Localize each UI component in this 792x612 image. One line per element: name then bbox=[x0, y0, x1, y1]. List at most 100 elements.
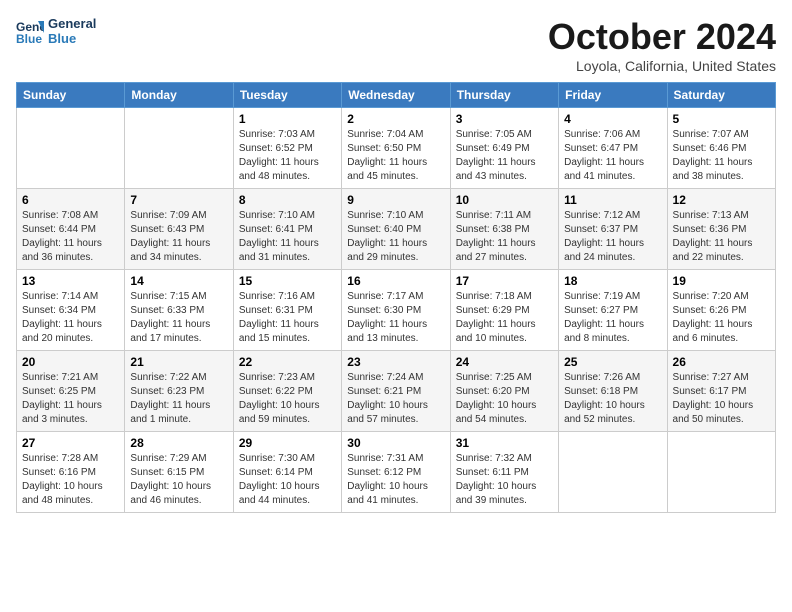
day-info: Sunrise: 7:23 AM Sunset: 6:22 PM Dayligh… bbox=[239, 371, 336, 427]
calendar-cell: 21 Sunrise: 7:22 AM Sunset: 6:23 PM Dayli… bbox=[125, 351, 233, 432]
calendar-cell: 18 Sunrise: 7:19 AM Sunset: 6:27 PM Dayli… bbox=[559, 270, 667, 351]
calendar-week-row: 6Sunrise: 7:08 AM Sunset: 6:44 PM Daylig… bbox=[17, 189, 776, 270]
day-info: Sunrise: 7:24 AM Sunset: 6:21 PM Dayligh… bbox=[347, 371, 444, 427]
day-of-week-header: Sunday bbox=[17, 83, 125, 108]
svg-text:Blue: Blue bbox=[16, 32, 42, 45]
day-info: Sunrise: 7:18 AM Sunset: 6:29 PM Dayligh… bbox=[456, 290, 553, 346]
day-info: Sunrise: 7:15 AM Sunset: 6:33 PM Dayligh… bbox=[130, 290, 227, 346]
day-info: Sunrise: 7:14 AM Sunset: 6:34 PM Dayligh… bbox=[22, 290, 119, 346]
calendar-cell: 13 Sunrise: 7:14 AM Sunset: 6:34 PM Dayli… bbox=[17, 270, 125, 351]
day-number: 19 bbox=[673, 274, 770, 288]
day-number: 18 bbox=[564, 274, 661, 288]
day-info: Sunrise: 7:17 AM Sunset: 6:30 PM Dayligh… bbox=[347, 290, 444, 346]
calendar-week-row: 20Sunrise: 7:21 AM Sunset: 6:25 PM Dayli… bbox=[17, 351, 776, 432]
day-info: Sunrise: 7:25 AM Sunset: 6:20 PM Dayligh… bbox=[456, 371, 553, 427]
day-info: Sunrise: 7:07 AM Sunset: 6:46 PM Dayligh… bbox=[673, 128, 770, 184]
calendar-week-row: 27Sunrise: 7:28 AM Sunset: 6:16 PM Dayli… bbox=[17, 432, 776, 513]
title-block: October 2024 Loyola, California, United … bbox=[548, 16, 776, 74]
logo: General Blue General Blue bbox=[16, 16, 96, 46]
day-number: 31 bbox=[456, 436, 553, 450]
month-title: October 2024 bbox=[548, 16, 776, 58]
day-number: 14 bbox=[130, 274, 227, 288]
calendar-week-row: 1 Sunrise: 7:03 AM Sunset: 6:52 PM Daylig… bbox=[17, 108, 776, 189]
day-number: 10 bbox=[456, 193, 553, 207]
day-number: 3 bbox=[456, 112, 553, 126]
calendar-cell: 10 Sunrise: 7:11 AM Sunset: 6:38 PM Dayli… bbox=[450, 189, 558, 270]
day-info: Sunrise: 7:19 AM Sunset: 6:27 PM Dayligh… bbox=[564, 290, 661, 346]
calendar-cell: 1 Sunrise: 7:03 AM Sunset: 6:52 PM Daylig… bbox=[233, 108, 341, 189]
day-number: 25 bbox=[564, 355, 661, 369]
day-of-week-header: Friday bbox=[559, 83, 667, 108]
day-info: Sunrise: 7:10 AM Sunset: 6:40 PM Dayligh… bbox=[347, 209, 444, 265]
calendar-cell: 26 Sunrise: 7:27 AM Sunset: 6:17 PM Dayli… bbox=[667, 351, 775, 432]
location-subtitle: Loyola, California, United States bbox=[548, 58, 776, 74]
day-info: Sunrise: 7:06 AM Sunset: 6:47 PM Dayligh… bbox=[564, 128, 661, 184]
day-number: 6 bbox=[22, 193, 119, 207]
calendar-cell: 28 Sunrise: 7:29 AM Sunset: 6:15 PM Dayli… bbox=[125, 432, 233, 513]
day-info: Sunrise: 7:12 AM Sunset: 6:37 PM Dayligh… bbox=[564, 209, 661, 265]
calendar-cell: 6Sunrise: 7:08 AM Sunset: 6:44 PM Daylig… bbox=[17, 189, 125, 270]
calendar-header-row: SundayMondayTuesdayWednesdayThursdayFrid… bbox=[17, 83, 776, 108]
day-info: Sunrise: 7:31 AM Sunset: 6:12 PM Dayligh… bbox=[347, 452, 444, 508]
day-number: 4 bbox=[564, 112, 661, 126]
day-number: 9 bbox=[347, 193, 444, 207]
day-number: 15 bbox=[239, 274, 336, 288]
calendar-cell: 5 Sunrise: 7:07 AM Sunset: 6:46 PM Daylig… bbox=[667, 108, 775, 189]
calendar-cell: 16 Sunrise: 7:17 AM Sunset: 6:30 PM Dayli… bbox=[342, 270, 450, 351]
day-number: 21 bbox=[130, 355, 227, 369]
day-info: Sunrise: 7:09 AM Sunset: 6:43 PM Dayligh… bbox=[130, 209, 227, 265]
day-number: 24 bbox=[456, 355, 553, 369]
calendar-cell: 25 Sunrise: 7:26 AM Sunset: 6:18 PM Dayli… bbox=[559, 351, 667, 432]
logo-icon: General Blue bbox=[16, 17, 44, 45]
calendar-cell: 30 Sunrise: 7:31 AM Sunset: 6:12 PM Dayli… bbox=[342, 432, 450, 513]
day-number: 13 bbox=[22, 274, 119, 288]
calendar-cell bbox=[17, 108, 125, 189]
day-info: Sunrise: 7:16 AM Sunset: 6:31 PM Dayligh… bbox=[239, 290, 336, 346]
calendar-table: SundayMondayTuesdayWednesdayThursdayFrid… bbox=[16, 82, 776, 513]
calendar-cell: 19 Sunrise: 7:20 AM Sunset: 6:26 PM Dayli… bbox=[667, 270, 775, 351]
day-number: 12 bbox=[673, 193, 770, 207]
day-number: 26 bbox=[673, 355, 770, 369]
calendar-cell: 8Sunrise: 7:10 AM Sunset: 6:41 PM Daylig… bbox=[233, 189, 341, 270]
day-info: Sunrise: 7:03 AM Sunset: 6:52 PM Dayligh… bbox=[239, 128, 336, 184]
calendar-cell: 22 Sunrise: 7:23 AM Sunset: 6:22 PM Dayli… bbox=[233, 351, 341, 432]
day-of-week-header: Wednesday bbox=[342, 83, 450, 108]
day-number: 17 bbox=[456, 274, 553, 288]
day-number: 5 bbox=[673, 112, 770, 126]
day-number: 29 bbox=[239, 436, 336, 450]
day-number: 1 bbox=[239, 112, 336, 126]
day-info: Sunrise: 7:32 AM Sunset: 6:11 PM Dayligh… bbox=[456, 452, 553, 508]
calendar-cell: 31 Sunrise: 7:32 AM Sunset: 6:11 PM Dayli… bbox=[450, 432, 558, 513]
calendar-cell: 7Sunrise: 7:09 AM Sunset: 6:43 PM Daylig… bbox=[125, 189, 233, 270]
day-info: Sunrise: 7:22 AM Sunset: 6:23 PM Dayligh… bbox=[130, 371, 227, 427]
calendar-cell: 17 Sunrise: 7:18 AM Sunset: 6:29 PM Dayli… bbox=[450, 270, 558, 351]
logo-line2: Blue bbox=[48, 31, 96, 46]
day-number: 23 bbox=[347, 355, 444, 369]
page-header: General Blue General Blue October 2024 L… bbox=[16, 16, 776, 74]
day-number: 8 bbox=[239, 193, 336, 207]
day-info: Sunrise: 7:13 AM Sunset: 6:36 PM Dayligh… bbox=[673, 209, 770, 265]
day-number: 2 bbox=[347, 112, 444, 126]
day-info: Sunrise: 7:21 AM Sunset: 6:25 PM Dayligh… bbox=[22, 371, 119, 427]
calendar-cell: 20Sunrise: 7:21 AM Sunset: 6:25 PM Dayli… bbox=[17, 351, 125, 432]
calendar-cell: 24 Sunrise: 7:25 AM Sunset: 6:20 PM Dayli… bbox=[450, 351, 558, 432]
day-info: Sunrise: 7:27 AM Sunset: 6:17 PM Dayligh… bbox=[673, 371, 770, 427]
day-number: 27 bbox=[22, 436, 119, 450]
day-number: 28 bbox=[130, 436, 227, 450]
day-number: 16 bbox=[347, 274, 444, 288]
day-info: Sunrise: 7:11 AM Sunset: 6:38 PM Dayligh… bbox=[456, 209, 553, 265]
calendar-cell bbox=[559, 432, 667, 513]
calendar-cell: 29Sunrise: 7:30 AM Sunset: 6:14 PM Dayli… bbox=[233, 432, 341, 513]
calendar-cell: 4 Sunrise: 7:06 AM Sunset: 6:47 PM Daylig… bbox=[559, 108, 667, 189]
day-number: 22 bbox=[239, 355, 336, 369]
day-info: Sunrise: 7:26 AM Sunset: 6:18 PM Dayligh… bbox=[564, 371, 661, 427]
day-number: 30 bbox=[347, 436, 444, 450]
calendar-cell: 12 Sunrise: 7:13 AM Sunset: 6:36 PM Dayli… bbox=[667, 189, 775, 270]
calendar-cell: 23 Sunrise: 7:24 AM Sunset: 6:21 PM Dayli… bbox=[342, 351, 450, 432]
calendar-cell: 27Sunrise: 7:28 AM Sunset: 6:16 PM Dayli… bbox=[17, 432, 125, 513]
calendar-cell bbox=[667, 432, 775, 513]
calendar-cell: 11Sunrise: 7:12 AM Sunset: 6:37 PM Dayli… bbox=[559, 189, 667, 270]
day-info: Sunrise: 7:29 AM Sunset: 6:15 PM Dayligh… bbox=[130, 452, 227, 508]
calendar-cell: 15 Sunrise: 7:16 AM Sunset: 6:31 PM Dayli… bbox=[233, 270, 341, 351]
day-info: Sunrise: 7:20 AM Sunset: 6:26 PM Dayligh… bbox=[673, 290, 770, 346]
